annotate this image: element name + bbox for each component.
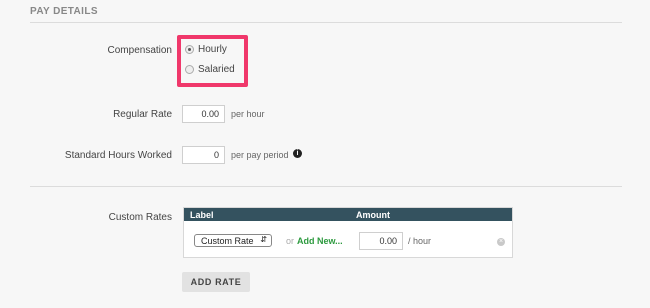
radio-salaried-label[interactable]: Salaried [198,64,235,75]
or-text: or [286,236,295,246]
select-value: Custom Rate [201,236,254,246]
column-header-amount: Amount [356,210,390,220]
add-new-link[interactable]: Add New... [297,236,343,246]
custom-rate-unit: / hour [408,236,432,246]
radio-salaried[interactable] [185,65,194,74]
compensation-label: Compensation [107,45,172,56]
regular-rate-unit: per hour [231,109,265,119]
section-title: PAY DETAILS [30,6,98,17]
standard-hours-label: Standard Hours Worked [64,150,172,161]
info-icon[interactable]: i [293,149,302,158]
radio-hourly-label[interactable]: Hourly [198,44,227,55]
standard-hours-unit: per pay period [231,150,289,160]
column-header-label: Label [190,210,214,220]
regular-rate-input[interactable]: 0.00 [182,105,225,123]
divider [30,22,622,23]
close-icon[interactable]: × [497,238,505,246]
custom-rates-label: Custom Rates [108,212,172,223]
chevron-updown-icon: ⇵ [260,235,267,244]
custom-rates-table: Label Amount Custom Rate ⇵ or Add New...… [183,207,513,258]
radio-hourly[interactable] [185,45,194,54]
table-header: Label Amount [184,208,512,221]
custom-rate-amount-input[interactable]: 0.00 [359,232,403,250]
add-rate-button[interactable]: ADD RATE [182,272,250,292]
standard-hours-input[interactable]: 0 [182,146,225,164]
divider [30,186,622,187]
regular-rate-label: Regular Rate [113,109,172,120]
custom-rate-select[interactable]: Custom Rate ⇵ [194,234,272,247]
highlight-box [177,35,248,87]
